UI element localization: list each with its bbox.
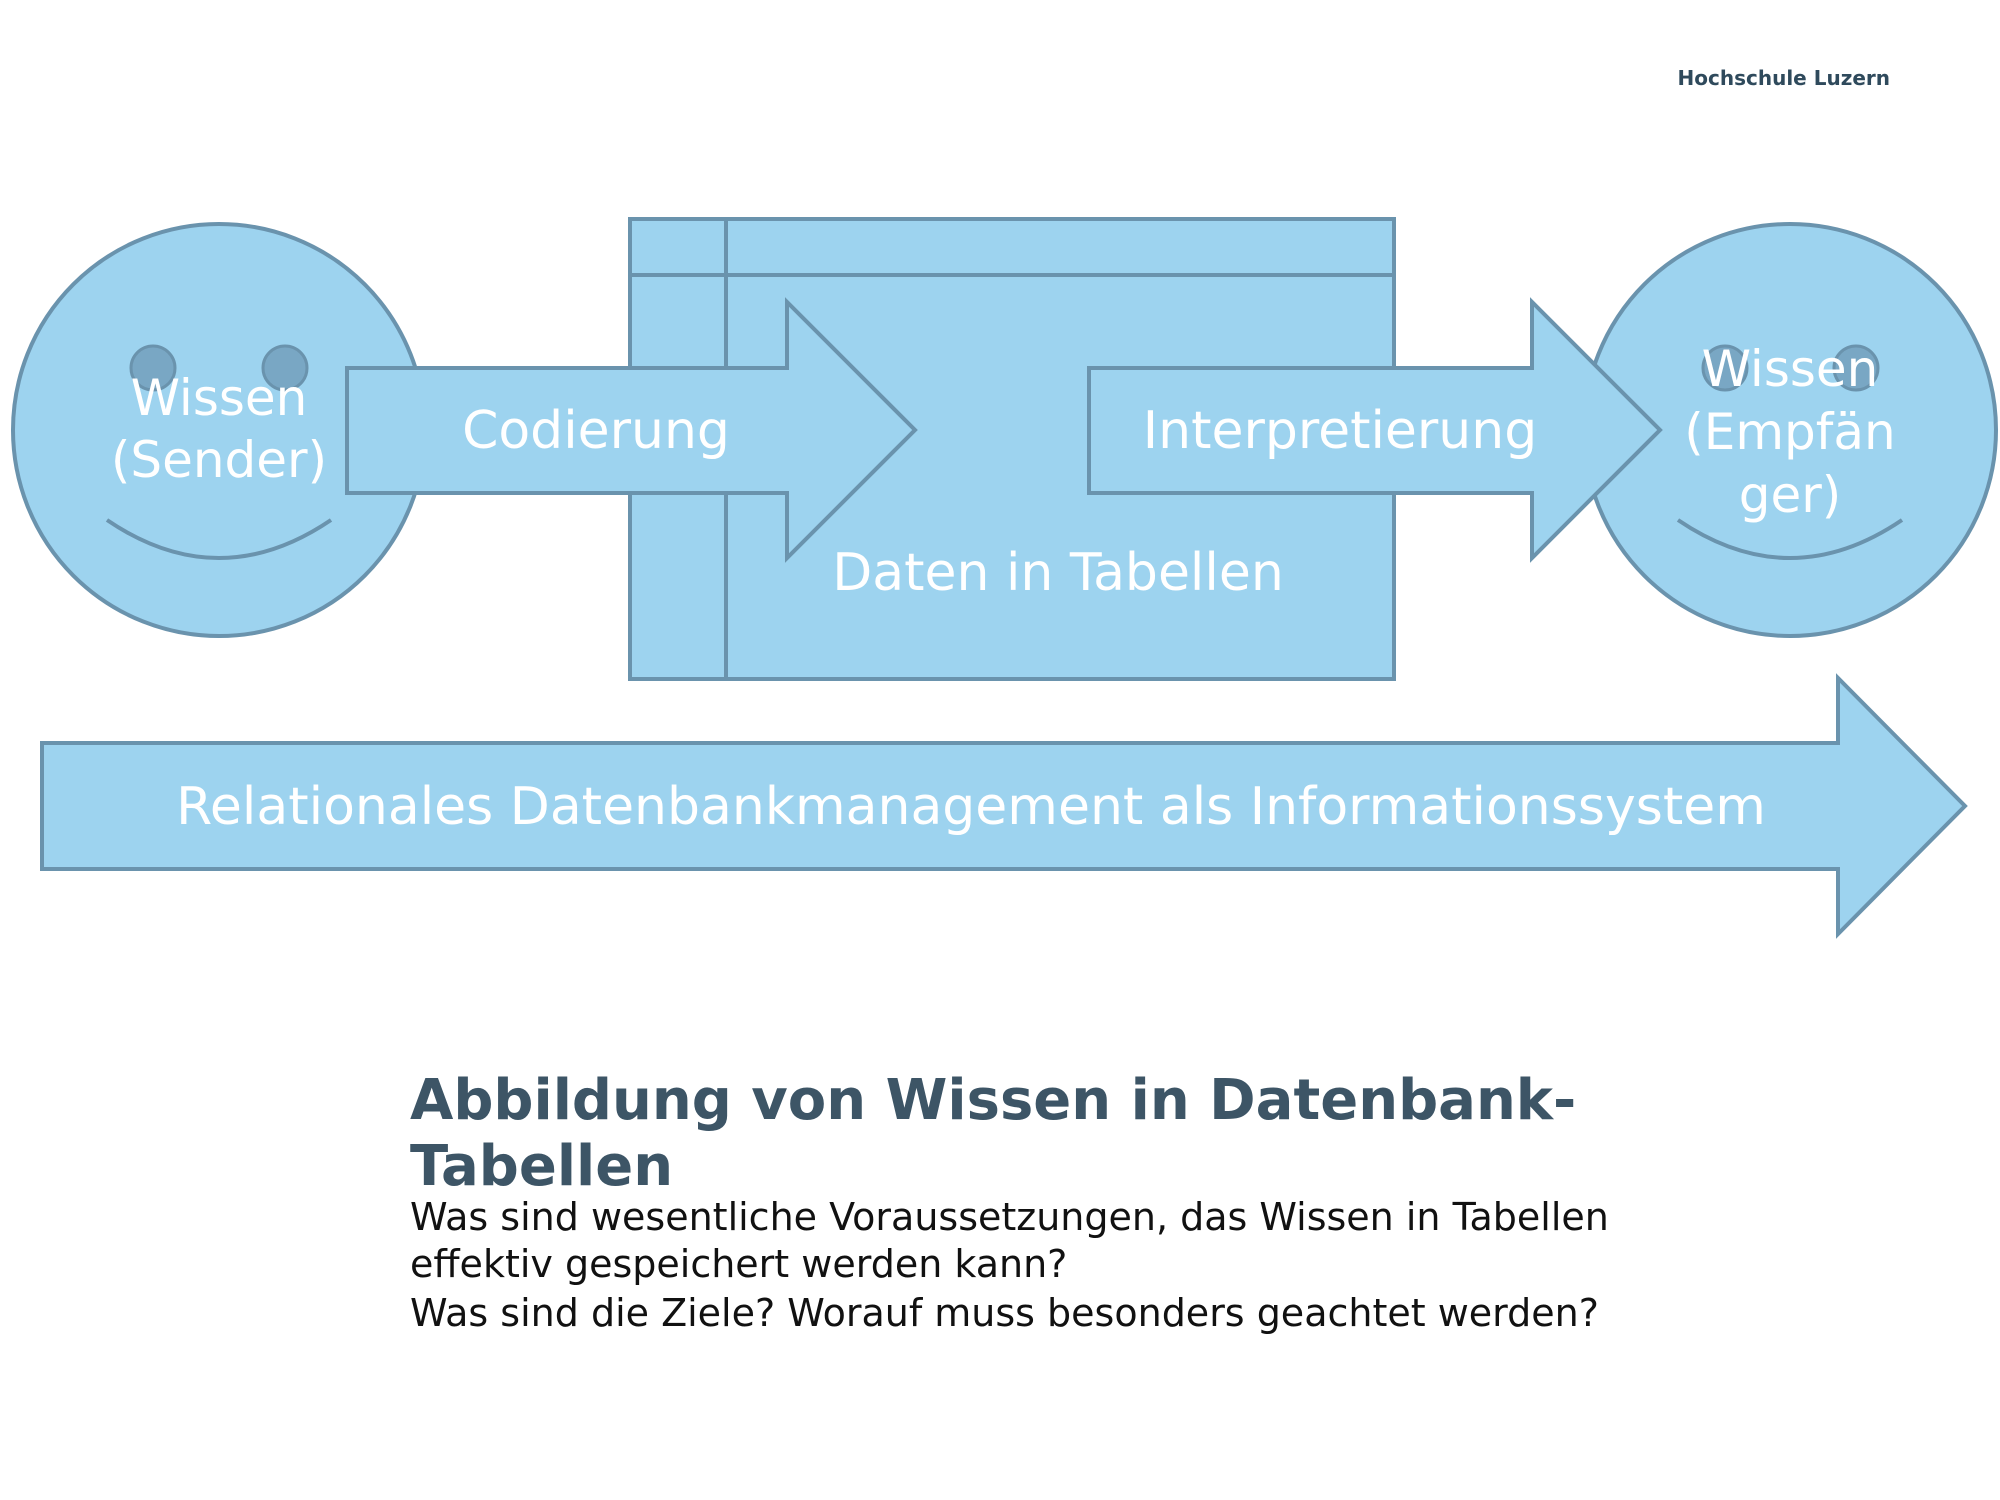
system-label: Relationales Datenbankmanagement als Inf… <box>176 777 1766 837</box>
question-1: Was sind wesentliche Voraussetzungen, da… <box>410 1195 1609 1286</box>
codierung-label: Codierung <box>462 401 730 461</box>
table-label: Daten in Tabellen <box>832 543 1284 603</box>
slide-title: Abbildung von Wissen in Datenbank-Tabell… <box>410 1068 1577 1199</box>
question-2: Was sind die Ziele? Worauf muss besonder… <box>410 1291 1599 1335</box>
system-arrow: Relationales Datenbankmanagement als Inf… <box>40 673 1968 939</box>
interpretierung-label: Interpretierung <box>1143 401 1537 461</box>
